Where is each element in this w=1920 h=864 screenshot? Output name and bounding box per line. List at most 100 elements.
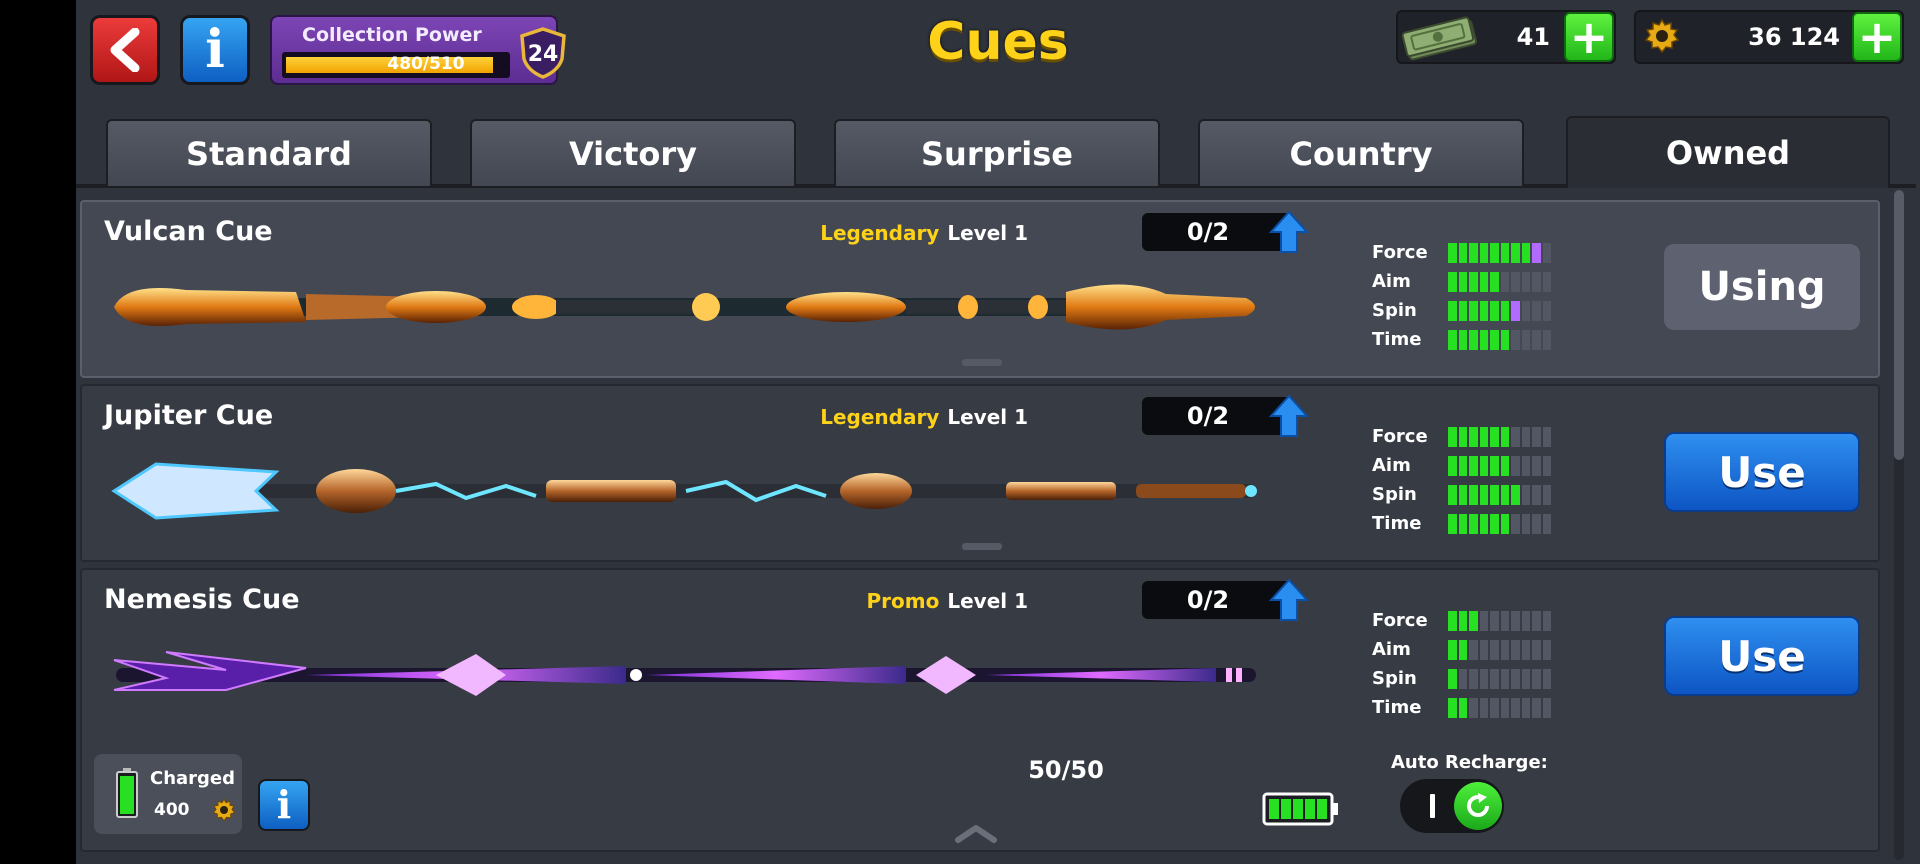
stat-segment (1479, 611, 1488, 631)
stat-label: Time (1372, 697, 1422, 718)
stat-segment (1469, 427, 1478, 447)
tab-surprise[interactable]: Surprise (834, 119, 1160, 186)
stat-label: Spin (1372, 300, 1417, 321)
scrollbar[interactable] (1894, 190, 1904, 860)
stat-segment (1448, 456, 1457, 476)
upgrade-arrow-icon[interactable] (1269, 394, 1309, 438)
cash-value: 41 (1516, 23, 1550, 51)
stat-segment (1532, 243, 1541, 263)
stat-segment (1542, 514, 1551, 534)
cue-level: Level 1 (947, 405, 1028, 429)
cue-row-vulcan[interactable]: Vulcan Cue Legendary Level 1 0/2 Force Aim… (80, 200, 1880, 378)
stat-segment (1500, 301, 1509, 321)
tab-victory[interactable]: Victory (470, 119, 796, 186)
stat-label: Aim (1372, 639, 1411, 660)
stat-label: Aim (1372, 271, 1411, 292)
chevron-up-icon[interactable] (954, 822, 998, 844)
stat-segment (1469, 514, 1478, 534)
charged-info-button[interactable]: i (258, 779, 310, 831)
stat-segment (1521, 485, 1530, 505)
stat-segment (1479, 330, 1488, 350)
add-coins-button[interactable]: + (1852, 12, 1902, 62)
stat-segment (1511, 611, 1520, 631)
cue-row-jupiter[interactable]: Jupiter Cue Legendary Level 1 0/2 Force Ai… (80, 384, 1880, 562)
stat-bar (1448, 427, 1552, 447)
stat-segment (1511, 514, 1520, 534)
stat-segment (1479, 669, 1488, 689)
cue-name: Jupiter Cue (104, 400, 274, 431)
tab-country[interactable]: Country (1198, 119, 1524, 186)
stat-segment (1458, 698, 1467, 718)
stat-segment (1542, 330, 1551, 350)
stat-segment (1469, 485, 1478, 505)
stat-segment (1542, 427, 1551, 447)
expand-handle[interactable] (962, 359, 1002, 366)
stat-segment (1521, 669, 1530, 689)
stat-segment (1521, 640, 1530, 660)
stat-segment (1458, 611, 1467, 631)
cues-screen: i Collection Power 480/510 24 Cues 41 + (76, 0, 1920, 864)
stat-bar (1448, 669, 1552, 689)
stat-segment (1458, 330, 1467, 350)
stat-segment (1490, 243, 1499, 263)
info-icon: i (276, 782, 292, 827)
stat-segment (1458, 427, 1467, 447)
expand-handle[interactable] (962, 543, 1002, 550)
stat-segment (1500, 514, 1509, 534)
stat-segment (1469, 272, 1478, 292)
stat-segment (1511, 456, 1520, 476)
upgrade-arrow-icon[interactable] (1269, 578, 1309, 622)
stat-segment (1479, 698, 1488, 718)
stat-segment (1448, 243, 1457, 263)
stat-segment (1500, 698, 1509, 718)
stat-segment (1532, 669, 1541, 689)
use-button[interactable]: Use (1664, 616, 1860, 696)
cue-level: Level 1 (947, 221, 1028, 245)
auto-recharge-toggle[interactable] (1400, 779, 1504, 833)
stat-segment (1469, 330, 1478, 350)
battery-icon (116, 768, 138, 818)
stat-segment (1479, 243, 1488, 263)
stat-segment (1479, 301, 1488, 321)
add-cash-button[interactable]: + (1564, 12, 1614, 62)
stat-segment (1469, 243, 1478, 263)
stat-bar (1448, 514, 1552, 534)
jupiter-cue-image (111, 462, 1257, 520)
stat-segment (1458, 640, 1467, 660)
stat-segment (1458, 669, 1467, 689)
cash-counter: 41 + (1396, 10, 1616, 64)
cue-row-nemesis[interactable]: Nemesis Cue Promo Level 1 0/2 Force Aim Spi… (80, 568, 1880, 852)
cue-rarity: Legendary (820, 405, 940, 429)
stat-segment (1469, 456, 1478, 476)
cue-level: Level 1 (947, 589, 1028, 613)
stat-bar (1448, 611, 1552, 631)
cue-rarity-level: Promo Level 1 (867, 589, 1029, 613)
charged-cost: 400 (154, 800, 190, 820)
vulcan-cue-image (114, 284, 1255, 330)
charged-panel: Charged 400 (94, 754, 242, 834)
stat-segment (1542, 243, 1551, 263)
stat-segment (1448, 640, 1457, 660)
stat-segment (1479, 427, 1488, 447)
stat-segment (1458, 514, 1467, 534)
stat-segment (1490, 698, 1499, 718)
stat-bar (1448, 272, 1552, 292)
cue-rarity: Legendary (820, 221, 940, 245)
charges-count: 50/50 (1028, 756, 1104, 784)
tab-standard[interactable]: Standard (106, 119, 432, 186)
upgrade-arrow-icon[interactable] (1269, 210, 1309, 254)
stat-segment (1469, 301, 1478, 321)
stat-segment (1500, 456, 1509, 476)
scrollbar-thumb[interactable] (1894, 190, 1904, 460)
stat-segment (1542, 698, 1551, 718)
use-button[interactable]: Use (1664, 432, 1860, 512)
coin-icon (212, 798, 236, 822)
stat-segment (1500, 272, 1509, 292)
stat-segment (1479, 272, 1488, 292)
cue-name: Nemesis Cue (104, 584, 300, 615)
using-button[interactable]: Using (1664, 244, 1860, 330)
stat-segment (1500, 485, 1509, 505)
tab-owned[interactable]: Owned (1566, 116, 1890, 188)
stat-segment (1542, 456, 1551, 476)
stat-segment (1469, 698, 1478, 718)
